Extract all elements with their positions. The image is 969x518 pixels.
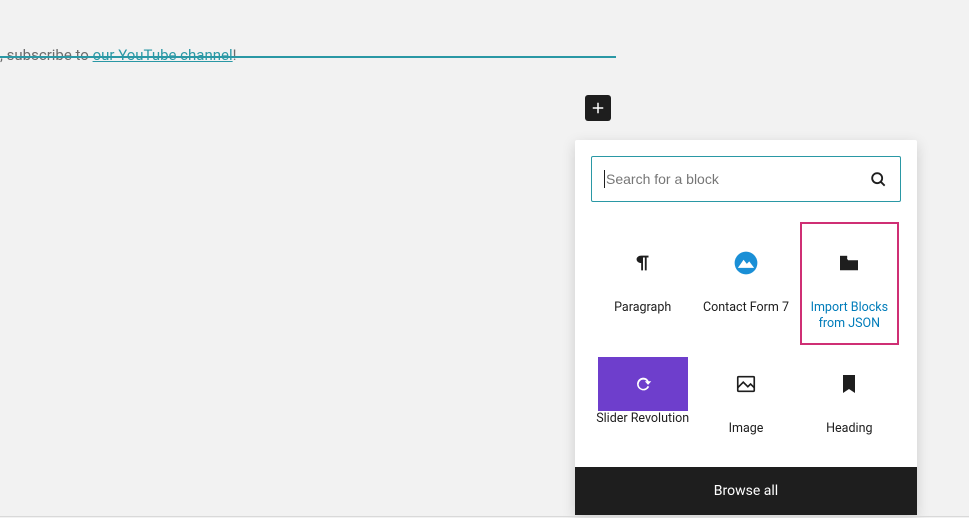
block-inserter-popover: Paragraph Contact Form 7 [575, 140, 917, 515]
browse-all-button[interactable]: Browse all [575, 467, 917, 515]
bookmark-icon [841, 374, 857, 394]
block-item-heading[interactable]: Heading [798, 347, 901, 451]
block-search-wrap[interactable] [591, 156, 901, 202]
block-label: Contact Form 7 [703, 300, 789, 316]
refresh-icon [632, 373, 654, 395]
block-label: Heading [826, 421, 872, 437]
block-item-paragraph[interactable]: Paragraph [591, 226, 694, 347]
block-label: Paragraph [614, 300, 671, 316]
search-icon [868, 169, 888, 189]
block-search-input[interactable] [604, 170, 868, 188]
add-block-button[interactable] [585, 95, 611, 121]
block-item-contact-form-7[interactable]: Contact Form 7 [694, 226, 797, 347]
folder-icon [838, 254, 860, 272]
page-footer-divider [0, 516, 969, 517]
block-label: Slider Revolution [596, 411, 689, 427]
block-grid: Paragraph Contact Form 7 [591, 226, 901, 451]
block-label: Image [729, 421, 764, 437]
block-selection-underline [0, 22, 616, 58]
paragraph-icon [632, 252, 654, 274]
browse-all-label: Browse all [714, 483, 778, 499]
image-icon [735, 373, 757, 395]
mountain-circle-icon [733, 250, 759, 276]
block-item-image[interactable]: Image [694, 347, 797, 451]
block-label: Import Blocks from JSON [802, 300, 897, 333]
block-item-slider-revolution[interactable]: Slider Revolution [591, 347, 694, 451]
plus-icon [589, 99, 607, 117]
slider-revolution-icon-box [598, 357, 688, 411]
block-item-import-blocks-from-json[interactable]: Import Blocks from JSON [798, 226, 901, 347]
